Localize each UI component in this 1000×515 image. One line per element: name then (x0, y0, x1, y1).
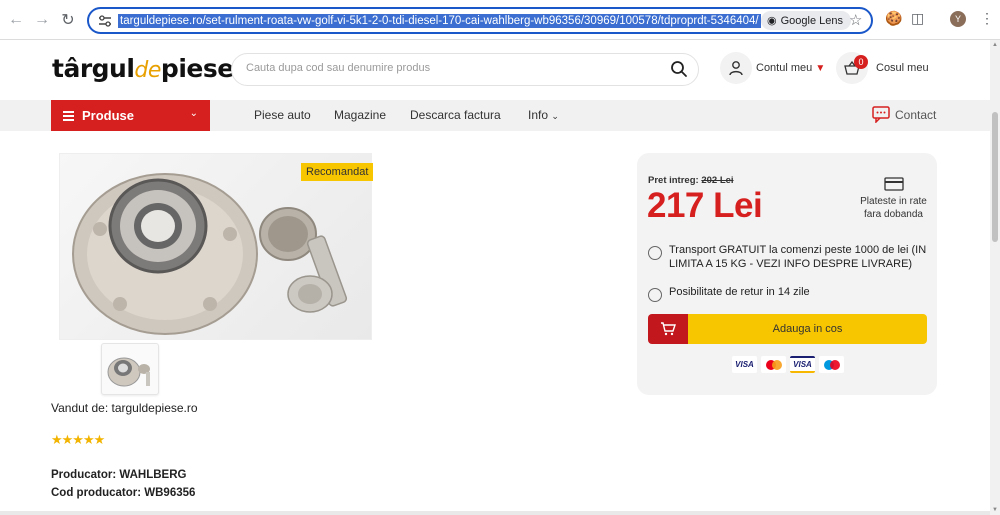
current-price: 217 Lei (647, 186, 763, 225)
payment-methods: VISA VISA (732, 356, 844, 373)
nav-info-label: Info (528, 108, 549, 122)
profile-avatar[interactable]: Y (950, 11, 966, 27)
cart-label[interactable]: Cosul meu (876, 62, 929, 74)
lens-icon: ◉ (767, 15, 777, 27)
browser-menu-icon[interactable]: ⋮ (980, 10, 994, 27)
reload-icon[interactable]: ↻ (55, 7, 81, 33)
hamburger-icon (63, 109, 74, 123)
nav-link-descarca-factura[interactable]: Descarca factura (410, 108, 501, 122)
page-scrollbar[interactable]: ▲ ▼ (990, 40, 1000, 515)
back-icon[interactable]: ← (3, 7, 29, 33)
contact-label: Contact (895, 107, 937, 122)
search-bar (231, 53, 699, 86)
visa-electron-logo: VISA (790, 356, 815, 373)
url-text[interactable]: targuldepiese.ro/set-rulment-roata-vw-go… (118, 13, 761, 28)
buy-box: Pret intreg: 202 Lei 217 Lei Plateste in… (637, 153, 937, 395)
cart-count-badge: 0 (854, 55, 868, 69)
logo-text-de: de (134, 58, 161, 83)
return-icon (648, 288, 662, 302)
logo-text-piese: piese (160, 54, 234, 83)
rating-stars[interactable]: ★★★★★ (51, 432, 105, 448)
truck-icon (648, 246, 662, 260)
recommended-badge: Recomandat (301, 163, 374, 181)
search-icon[interactable] (670, 60, 688, 83)
old-price: Pret intreg: 202 Lei (648, 175, 734, 186)
search-input[interactable] (246, 62, 646, 74)
account-button[interactable] (720, 52, 752, 84)
shipping-text: Transport GRATUIT la comenzi peste 1000 … (669, 244, 927, 270)
window-bottom-edge (0, 511, 990, 515)
scroll-up-arrow-icon[interactable]: ▲ (992, 42, 998, 48)
main-navigation: Produse ⌄ Piese auto Magazine Descarca f… (0, 100, 990, 131)
old-price-label: Pret intreg: (648, 175, 699, 186)
chevron-down-icon: ⌄ (551, 111, 559, 121)
cookie-extension-icon[interactable]: 🍪 (885, 10, 902, 27)
bookmark-star-icon[interactable]: ☆ (849, 11, 862, 29)
google-lens-button[interactable]: ◉ Google Lens (761, 11, 851, 30)
account-label: Contul meu (756, 62, 813, 74)
forward-icon[interactable]: → (29, 7, 55, 33)
add-to-cart-label: Adauga in cos (688, 314, 927, 344)
chat-icon (872, 106, 890, 123)
site-settings-icon[interactable] (94, 11, 116, 31)
maestro-logo (819, 356, 844, 373)
producer-code: Cod producator: WB96356 (51, 487, 196, 499)
cart-icon (648, 314, 688, 344)
logo-text-targul: târgul (52, 54, 135, 83)
site-logo[interactable]: târguldepiese (52, 54, 234, 83)
chevron-down-icon: ⌄ (189, 108, 198, 119)
nav-link-piese-auto[interactable]: Piese auto (254, 108, 311, 122)
seller-info: Vandut de: targuldepiese.ro (51, 401, 198, 415)
lens-label: Google Lens (780, 14, 843, 27)
old-price-value: 202 Lei (701, 175, 734, 186)
producer-name: Producator: WAHLBERG (51, 469, 187, 481)
returns-text: Posibilitate de retur in 14 zile (669, 286, 810, 298)
products-menu-button[interactable]: Produse ⌄ (51, 100, 210, 131)
installments-info: Plateste in rate fara dobanda (860, 196, 927, 220)
nav-link-info[interactable]: Info ⌄ (528, 108, 559, 122)
nav-link-magazine[interactable]: Magazine (334, 108, 386, 122)
products-label: Produse (82, 108, 135, 123)
extensions-puzzle-icon[interactable]: ◫ (911, 10, 924, 27)
mastercard-logo (761, 356, 786, 373)
site-header: târguldepiese Contul meu ▼ 0 Cosul meu (0, 40, 990, 100)
account-menu[interactable]: Contul meu ▼ (756, 62, 825, 74)
chevron-down-icon: ▼ (815, 63, 826, 74)
product-thumbnail[interactable] (101, 343, 159, 395)
returns-info: Posibilitate de retur in 14 zile (648, 285, 810, 302)
scroll-down-arrow-icon[interactable]: ▼ (992, 507, 998, 513)
product-image[interactable] (59, 153, 372, 340)
visa-logo: VISA (732, 356, 757, 373)
scrollbar-thumb[interactable] (992, 112, 998, 242)
shipping-info: Transport GRATUIT la comenzi peste 1000 … (648, 243, 928, 271)
add-to-cart-button[interactable]: Adauga in cos (648, 314, 927, 344)
credit-card-icon (884, 177, 904, 196)
contact-link[interactable]: Contact (872, 106, 936, 123)
user-icon (729, 61, 743, 76)
address-bar[interactable]: targuldepiese.ro/set-rulment-roata-vw-go… (87, 7, 873, 34)
browser-toolbar: ← → ↻ targuldepiese.ro/set-rulment-roata… (0, 0, 1000, 40)
